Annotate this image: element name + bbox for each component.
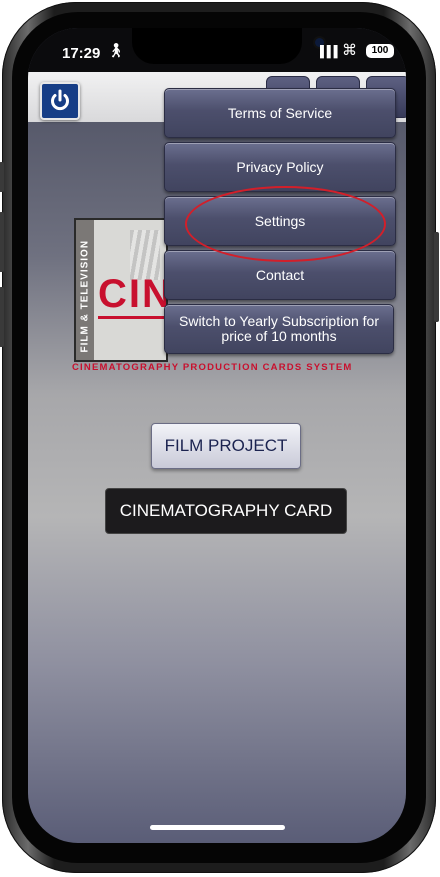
logo-side-band: FILM & TELEVISION [76,220,94,360]
logo-word: CIN [98,272,168,316]
logo-underline [98,316,166,319]
status-time: 17:29 [62,45,101,62]
wifi-icon: ⌘ [342,42,357,59]
volume-down-button [0,287,4,347]
side-button [434,232,439,322]
menu-item-terms[interactable]: Terms of Service [164,88,396,138]
menu-item-yearly-subscription[interactable]: Switch to Yearly Subscription for price … [164,304,394,354]
notch [132,28,324,64]
film-project-button[interactable]: FILM PROJECT [151,423,301,469]
logo-side-text: FILM & TELEVISION [79,239,91,353]
power-button[interactable] [40,82,80,120]
menu-item-privacy[interactable]: Privacy Policy [164,142,396,192]
settings-highlight-ring [185,186,386,262]
signal-icon: ▌▌▌ [320,46,341,58]
app-logo: FILM & TELEVISION CIN [74,218,168,362]
screen: 17:29 🚶︎ ▌▌▌ ⌘ 100 ⚙ ☁ ☰ FILM & TELEVISI… [28,28,406,843]
logo-tagline: CINEMATOGRAPHY PRODUCTION CARDS SYSTEM [72,362,353,373]
home-indicator[interactable] [150,825,285,830]
status-bar: 17:29 🚶︎ ▌▌▌ ⌘ 100 [28,28,406,72]
mute-switch [0,162,4,192]
volume-up-button [0,212,4,272]
walking-person-icon: 🚶︎ [107,42,125,58]
battery-indicator: 100 [366,44,394,58]
power-icon [51,89,69,111]
cinematography-card-button[interactable]: CINEMATOGRAPHY CARD [105,488,347,534]
